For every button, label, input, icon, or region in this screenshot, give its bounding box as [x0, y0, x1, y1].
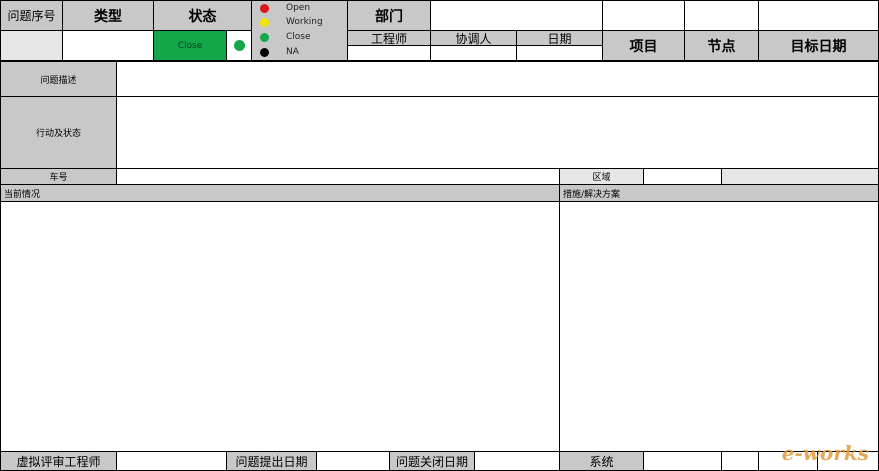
legend-close: Close	[260, 30, 311, 44]
area-extra-cell	[721, 168, 879, 185]
area-field[interactable]	[643, 168, 722, 185]
assistant-value-cell[interactable]	[430, 45, 517, 61]
car-no-field[interactable]	[116, 168, 560, 185]
status-value[interactable]: Close	[153, 30, 227, 61]
issue-raised-date-field[interactable]	[316, 451, 390, 471]
area-label: 区域	[559, 168, 644, 185]
action-status-label: 行动及状态	[0, 96, 117, 169]
date-label: 日期	[516, 30, 603, 46]
footer-extra-cell-1[interactable]	[721, 451, 759, 471]
action-status-field[interactable]	[116, 96, 879, 169]
car-no-label: 车号	[0, 168, 117, 185]
current-situation-label: 当前情况	[0, 184, 560, 202]
virtual-review-engineer-field[interactable]	[116, 451, 227, 471]
dept-value-cell[interactable]	[430, 0, 603, 31]
type-value-cell[interactable]	[62, 30, 154, 61]
current-situation-field[interactable]	[0, 201, 560, 452]
project-label: 项目	[602, 30, 685, 61]
issue-no-label: 问题序号	[0, 0, 63, 31]
legend-working: Working	[260, 15, 323, 29]
legend-na-label: NA	[286, 47, 299, 57]
legend-open: Open	[260, 1, 310, 15]
close-dot-icon	[260, 32, 269, 42]
node-label: 节点	[684, 30, 759, 61]
issue-raised-date-label: 问题提出日期	[226, 451, 317, 471]
assistant-label: 协调人	[430, 30, 517, 46]
issue-closed-date-label: 问题关闭日期	[389, 451, 475, 471]
engineer-label: 工程师	[347, 30, 431, 46]
legend-open-label: Open	[286, 3, 311, 13]
status-dot-icon	[233, 40, 245, 51]
project-value-cell[interactable]	[602, 0, 685, 31]
status-indicator-cell	[226, 30, 252, 61]
type-label: 类型	[62, 0, 154, 31]
status-label: 状态	[153, 0, 252, 31]
legend-working-label: Working	[286, 17, 323, 27]
target-date-value-cell[interactable]	[758, 0, 879, 31]
system-label: 系统	[559, 451, 644, 471]
watermark-logo: e-works	[781, 441, 869, 465]
measures-field[interactable]	[559, 201, 879, 452]
na-dot-icon	[260, 47, 269, 57]
node-value-cell[interactable]	[684, 0, 759, 31]
issue-no-value-cell[interactable]	[0, 30, 63, 61]
problem-desc-label: 问题描述	[0, 61, 117, 97]
issue-closed-date-field[interactable]	[474, 451, 560, 471]
legend-na: NA	[260, 45, 299, 59]
dept-label: 部门	[347, 0, 431, 31]
system-field[interactable]	[643, 451, 722, 471]
problem-desc-field[interactable]	[116, 61, 879, 97]
date-value-cell[interactable]	[516, 45, 603, 61]
working-dot-icon	[260, 17, 269, 27]
engineer-value-cell[interactable]	[347, 45, 431, 61]
measures-label: 措施/解决方案	[559, 184, 879, 202]
legend-close-label: Close	[286, 32, 311, 42]
virtual-review-engineer-label: 虚拟评审工程师	[0, 451, 117, 471]
target-date-label: 目标日期	[758, 30, 879, 61]
open-dot-icon	[260, 3, 269, 13]
